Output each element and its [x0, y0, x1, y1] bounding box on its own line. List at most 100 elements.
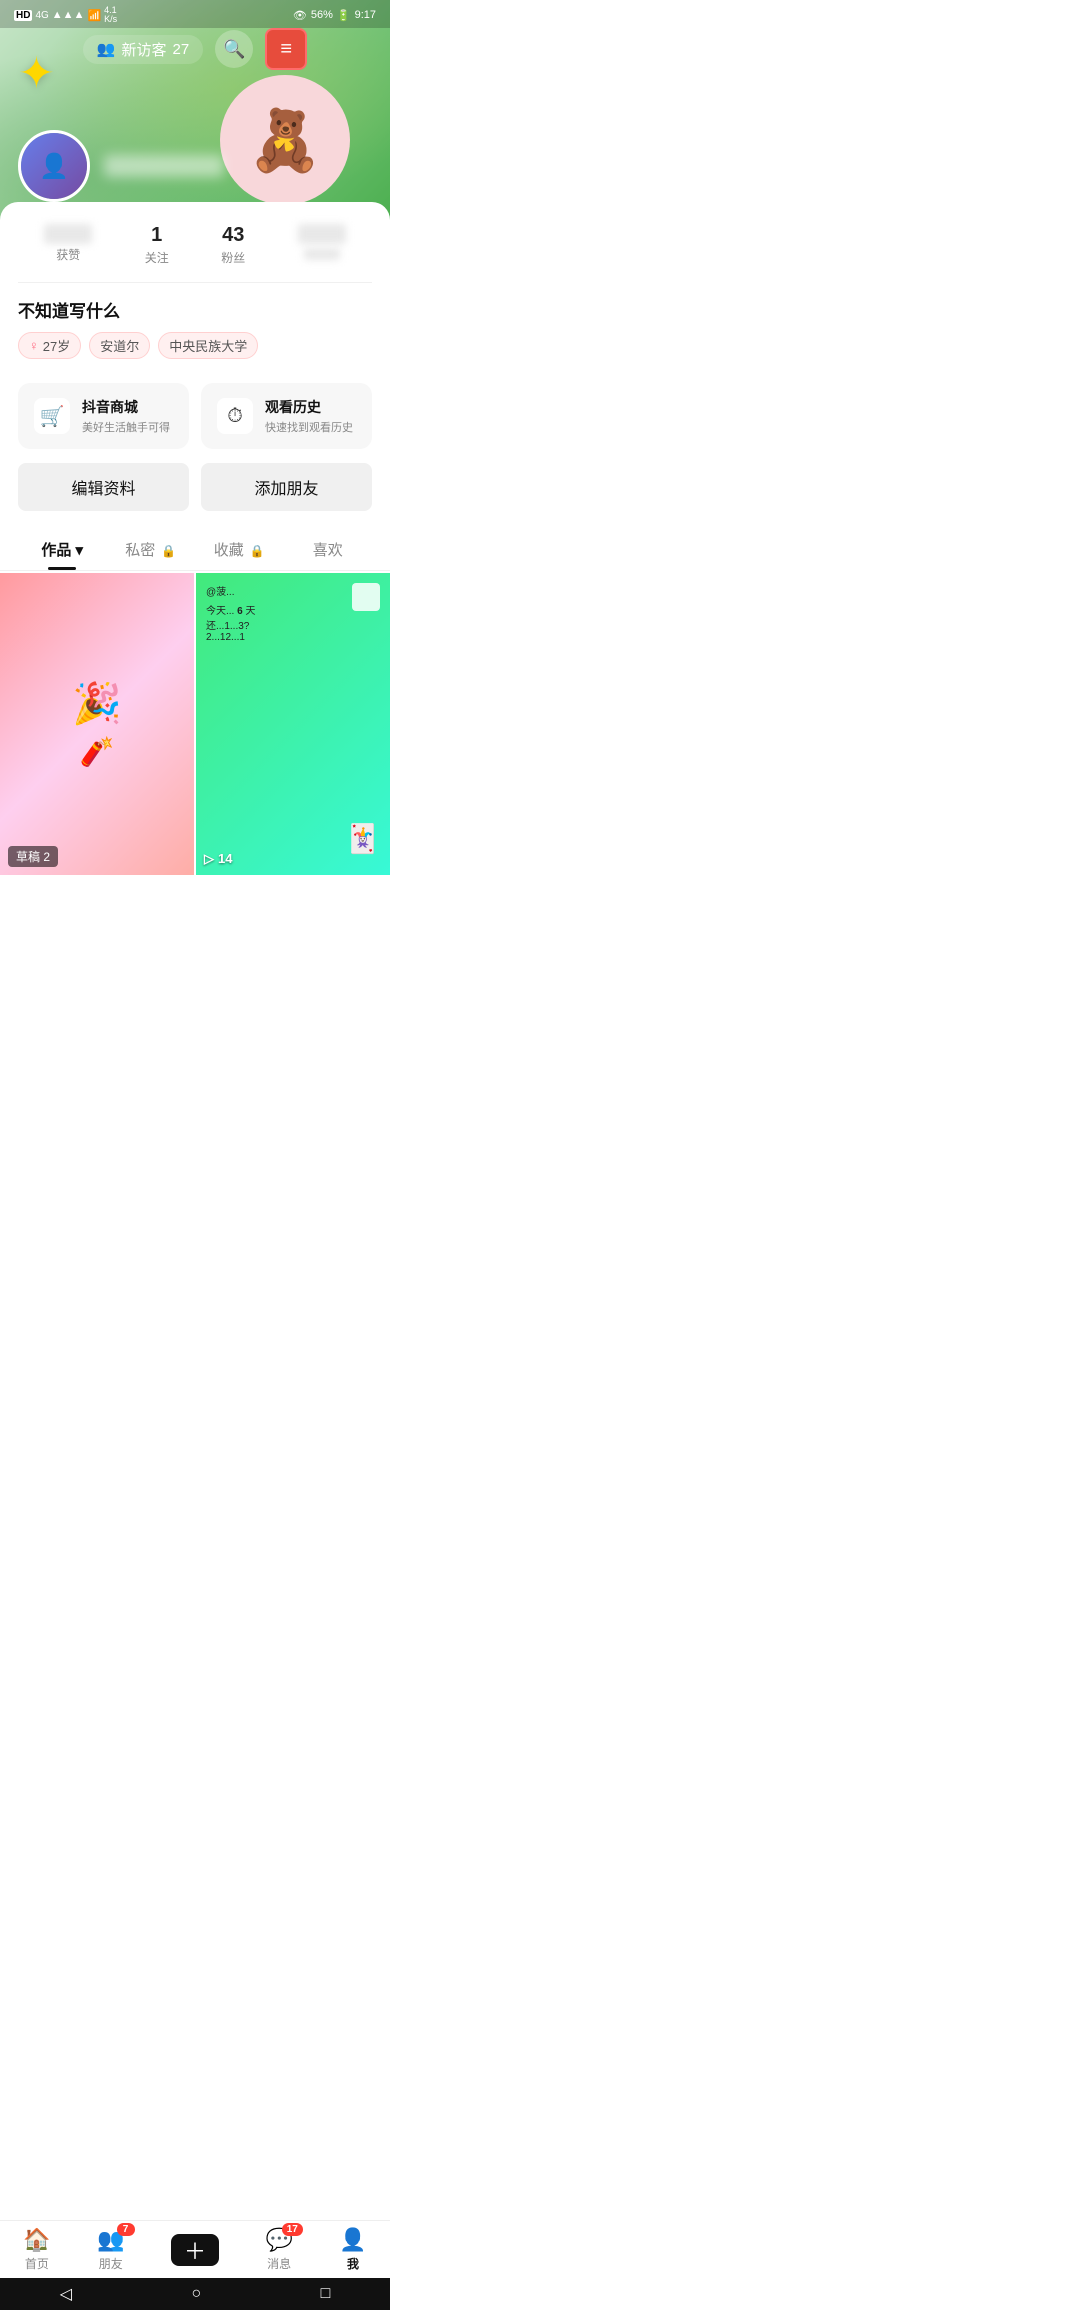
avatar[interactable]: 👤 [18, 130, 90, 202]
home-icon: 🏠 [23, 2227, 50, 2253]
tag-age[interactable]: ♀ 27岁 [18, 332, 81, 359]
stat-likes-value-blur [44, 224, 92, 244]
stat-followers-value: 43 [222, 224, 244, 247]
friends-badge: 7 [117, 2223, 135, 2236]
username-area [104, 155, 224, 177]
draft-overlay: 草稿 2 [8, 846, 58, 867]
visitors-count: 27 [173, 41, 190, 58]
history-subtitle: 快速找到观看历史 [265, 419, 353, 435]
stat-followers-label: 粉丝 [221, 249, 245, 266]
add-friend-button[interactable]: 添加朋友 [201, 463, 372, 511]
history-title: 观看历史 [265, 397, 353, 417]
visitors-icon: 👥 [97, 40, 116, 58]
history-text: 观看历史 快速找到观看历史 [265, 397, 353, 435]
profile-header: ✦ 🧸 👥 新访客 27 🔍 ≡ 👤 [0, 0, 390, 220]
search-button[interactable]: 🔍 [215, 30, 253, 68]
avatar-image: 👤 [21, 133, 87, 199]
messages-icon-wrap: 💬 17 [265, 2227, 292, 2253]
tab-private-label: 私密 [125, 542, 159, 559]
nav-home[interactable]: 🏠 首页 [23, 2227, 50, 2272]
video-overlay-text: @菠... 今天... 6 天 还...1...3? 2...12...1 [206, 583, 380, 643]
favorites-lock-icon: 🔒 [250, 544, 265, 558]
stat-following[interactable]: 1 关注 [145, 224, 169, 266]
stat-followers[interactable]: 43 粉丝 [221, 224, 245, 266]
stat-likes[interactable]: 获赞 [44, 224, 92, 266]
shop-text: 抖音商城 美好生活触手可得 [82, 397, 170, 435]
quick-actions: 🛒 抖音商城 美好生活触手可得 ⏱ 观看历史 快速找到观看历史 [18, 383, 372, 449]
content-grid: 🎉 🧨 草稿 2 @菠... 今天... 6 天 还...1...3? 2...… [0, 573, 390, 875]
nav-friends[interactable]: 👥 7 朋友 [97, 2227, 124, 2272]
back-button[interactable]: ◁ [60, 2284, 72, 2304]
battery-icon: 🔋 [337, 9, 351, 22]
tab-likes-label: 喜欢 [313, 542, 343, 559]
status-left: HD 4G ▲▲▲ 📶 4.1K/s [14, 6, 117, 24]
grid-item-draft[interactable]: 🎉 🧨 草稿 2 [0, 573, 194, 875]
shop-subtitle: 美好生活触手可得 [82, 419, 170, 435]
wifi-icon: 📶 [87, 9, 101, 22]
nav-friends-label: 朋友 [99, 2255, 123, 2272]
tag-school[interactable]: 中央民族大学 [158, 332, 258, 359]
system-nav: ◁ ○ □ [0, 2278, 390, 2310]
shop-card[interactable]: 🛒 抖音商城 美好生活触手可得 [18, 383, 189, 449]
tab-favorites-label: 收藏 [214, 542, 248, 559]
tab-private[interactable]: 私密 🔒 [107, 527, 196, 570]
video-play-overlay: ▷ 14 [204, 851, 232, 867]
nav-messages-label: 消息 [267, 2255, 291, 2272]
username-blurred [104, 155, 224, 177]
bottom-spacer [0, 875, 390, 965]
tabs-row: 作品 ▾ 私密 🔒 收藏 🔒 喜欢 [0, 527, 390, 571]
friends-icon-wrap: 👥 7 [97, 2227, 124, 2253]
profile-identity: 👤 [18, 130, 224, 202]
play-count: ▷ 14 [204, 851, 232, 867]
stat-extra-label-blur [304, 248, 340, 260]
battery-level: 56% [311, 9, 333, 21]
recent-button[interactable]: □ [321, 2285, 331, 2303]
nav-add[interactable]: ＋ [171, 2234, 219, 2266]
shop-icon: 🛒 [34, 398, 70, 434]
hamburger-icon: ≡ [280, 39, 292, 59]
messages-badge: 17 [282, 2223, 303, 2236]
bio-text: 不知道写什么 [18, 297, 372, 322]
speed-indicator: 4.1K/s [104, 6, 117, 24]
hd-label: HD [14, 10, 32, 21]
time-display: 9:17 [355, 9, 376, 21]
stats-row: 获赞 1 关注 43 粉丝 [18, 220, 372, 283]
status-bar: HD 4G ▲▲▲ 📶 4.1K/s 👁 56% 🔋 9:17 [0, 0, 390, 28]
grid-item-video[interactable]: @菠... 今天... 6 天 还...1...3? 2...12...1 🃏 … [196, 573, 390, 875]
tags-row: ♀ 27岁 安道尔 中央民族大学 [18, 332, 372, 359]
nav-me[interactable]: 👤 我 [339, 2227, 366, 2272]
signal-bars: ▲▲▲ [52, 9, 85, 21]
nav-messages[interactable]: 💬 17 消息 [265, 2227, 292, 2272]
tag-school-text: 中央民族大学 [169, 336, 247, 355]
visitors-button[interactable]: 👥 新访客 27 [83, 35, 203, 64]
tag-age-text: 27岁 [43, 336, 70, 355]
search-icon: 🔍 [223, 39, 245, 60]
tag-location[interactable]: 安道尔 [89, 332, 150, 359]
action-buttons: 编辑资料 添加朋友 [18, 463, 372, 511]
plus-icon: ＋ [184, 2234, 206, 2266]
tag-location-text: 安道尔 [100, 336, 139, 355]
draft-badge: 草稿 2 [8, 846, 58, 867]
play-icon: ▷ [204, 851, 214, 867]
history-icon: ⏱ [217, 398, 253, 434]
nav-me-label: 我 [347, 2255, 359, 2272]
menu-button[interactable]: ≡ [265, 28, 307, 70]
signal-4g: 4G [35, 10, 48, 21]
tab-favorites[interactable]: 收藏 🔒 [195, 527, 284, 570]
bottom-nav: 🏠 首页 👥 7 朋友 ＋ 💬 17 消息 👤 我 [0, 2220, 390, 2278]
home-button[interactable]: ○ [191, 2285, 201, 2303]
tab-likes[interactable]: 喜欢 [284, 527, 373, 570]
header-illustration: 🧸 [220, 75, 350, 205]
bio-section: 不知道写什么 ♀ 27岁 安道尔 中央民族大学 [18, 283, 372, 369]
add-button[interactable]: ＋ [171, 2234, 219, 2266]
history-card[interactable]: ⏱ 观看历史 快速找到观看历史 [201, 383, 372, 449]
shop-title: 抖音商城 [82, 397, 170, 417]
edit-profile-button[interactable]: 编辑资料 [18, 463, 189, 511]
private-lock-icon: 🔒 [161, 544, 176, 558]
stat-extra[interactable] [298, 224, 346, 266]
visitors-text: 新访客 [121, 39, 166, 60]
tab-works[interactable]: 作品 ▾ [18, 527, 107, 570]
eye-icon: 👁 [293, 9, 307, 22]
me-icon: 👤 [339, 2227, 366, 2253]
stat-extra-value-blur [298, 224, 346, 244]
